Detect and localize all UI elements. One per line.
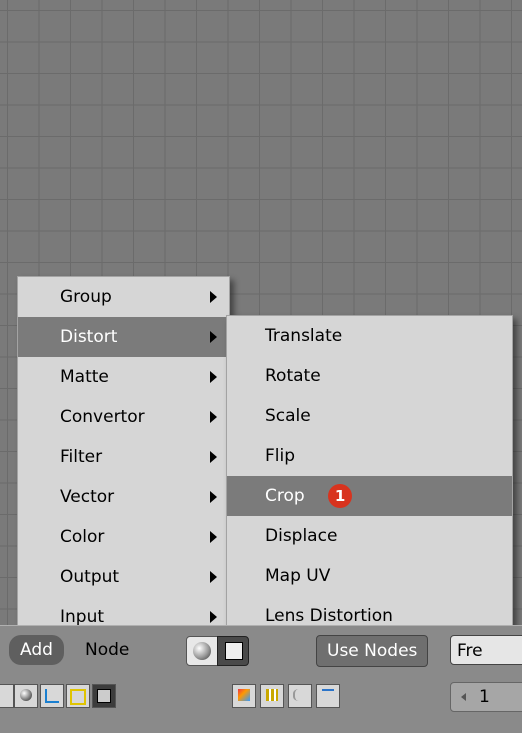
submenu-arrow-icon <box>210 291 217 303</box>
distort-submenu: Translate Rotate Scale Flip Crop 1 Displ… <box>226 315 513 635</box>
editor-type-icon[interactable] <box>0 684 14 708</box>
submenu-arrow-icon <box>210 371 217 383</box>
submenu-item-label: Rotate <box>265 366 321 386</box>
waveform-icon[interactable] <box>316 684 340 708</box>
window-type-toolbar: 1 <box>0 676 522 733</box>
bounding-box-icon[interactable] <box>66 684 90 708</box>
node-menu-button[interactable]: Node <box>85 635 129 665</box>
submenu-arrow-icon <box>210 411 217 423</box>
menu-item-convertor[interactable]: Convertor <box>18 397 229 437</box>
submenu-item-crop[interactable]: Crop 1 <box>227 476 512 516</box>
submenu-item-translate[interactable]: Translate <box>227 316 512 356</box>
submenu-item-label: Map UV <box>265 566 331 586</box>
material-sphere-icon[interactable] <box>14 684 38 708</box>
free-unused-button[interactable]: Fre <box>450 635 522 665</box>
submenu-item-flip[interactable]: Flip <box>227 436 512 476</box>
menu-item-matte[interactable]: Matte <box>18 357 229 397</box>
submenu-item-label: Flip <box>265 446 296 466</box>
submenu-item-label: Crop <box>265 486 305 506</box>
menu-item-label: Vector <box>60 487 115 507</box>
composite-nodes-icon[interactable] <box>217 636 249 666</box>
submenu-arrow-icon <box>210 491 217 503</box>
image-editor-icon[interactable] <box>92 684 116 708</box>
submenu-arrow-icon <box>210 331 217 343</box>
menu-item-vector[interactable]: Vector <box>18 477 229 517</box>
menu-item-label: Input <box>60 607 105 627</box>
menu-item-label: Color <box>60 527 105 547</box>
submenu-item-label: Translate <box>265 326 343 346</box>
menu-item-label: Group <box>60 287 112 307</box>
ipo-curve-icon[interactable] <box>40 684 64 708</box>
add-menu: Group Distort Matte Convertor Filter Vec… <box>17 276 230 636</box>
menu-item-label: Matte <box>60 367 109 387</box>
node-editor-header: Add Node Use Nodes Fre <box>0 625 522 676</box>
submenu-item-scale[interactable]: Scale <box>227 396 512 436</box>
decrement-arrow-icon[interactable] <box>461 693 466 701</box>
frame-number-value: 1 <box>479 687 490 707</box>
image-icon[interactable] <box>232 684 256 708</box>
menu-item-label: Convertor <box>60 407 145 427</box>
sequencer-icon[interactable] <box>260 684 284 708</box>
frame-number-field[interactable]: 1 <box>450 682 522 712</box>
menu-item-filter[interactable]: Filter <box>18 437 229 477</box>
submenu-item-label: Scale <box>265 406 311 426</box>
submenu-arrow-icon <box>210 611 217 623</box>
menu-item-output[interactable]: Output <box>18 557 229 597</box>
submenu-item-label: Lens Distortion <box>265 606 393 626</box>
menu-item-label: Distort <box>60 327 118 347</box>
submenu-item-map-uv[interactable]: Map UV <box>227 556 512 596</box>
shader-nodes-icon[interactable] <box>186 636 218 666</box>
submenu-arrow-icon <box>210 531 217 543</box>
menu-item-distort[interactable]: Distort <box>18 317 229 357</box>
submenu-item-label: Displace <box>265 526 338 546</box>
step-badge: 1 <box>328 484 353 508</box>
menu-item-label: Filter <box>60 447 103 467</box>
submenu-item-rotate[interactable]: Rotate <box>227 356 512 396</box>
add-menu-button[interactable]: Add <box>9 635 64 665</box>
menu-item-label: Output <box>60 567 120 587</box>
menu-item-color[interactable]: Color <box>18 517 229 557</box>
submenu-item-displace[interactable]: Displace <box>227 516 512 556</box>
submenu-arrow-icon <box>210 571 217 583</box>
menu-item-group[interactable]: Group <box>18 277 229 317</box>
submenu-arrow-icon <box>210 451 217 463</box>
curve-icon[interactable] <box>288 684 312 708</box>
use-nodes-button[interactable]: Use Nodes <box>316 635 429 667</box>
